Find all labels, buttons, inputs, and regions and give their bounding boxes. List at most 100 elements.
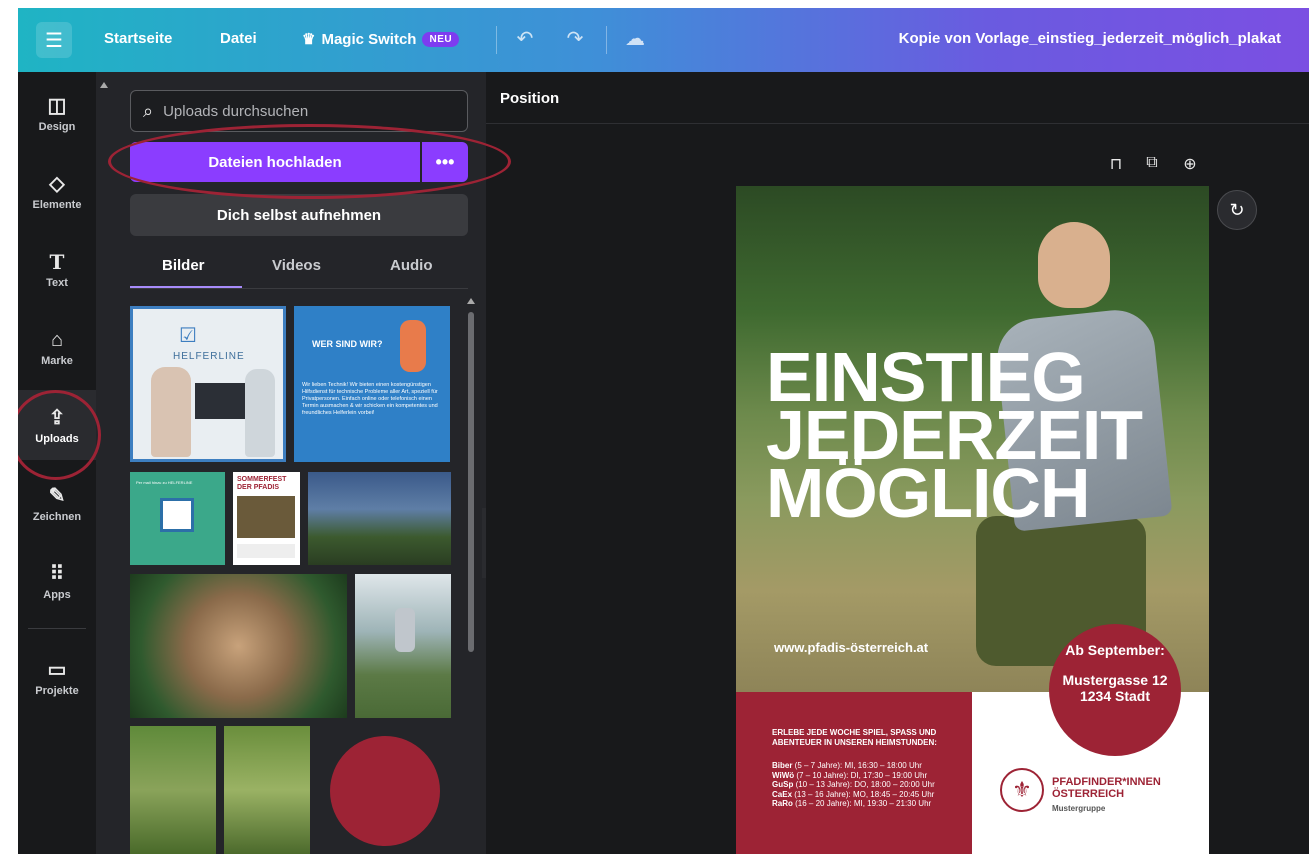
rail-item-uploads[interactable]: ⇪ Uploads: [18, 390, 96, 460]
upload-thumbnail[interactable]: [130, 726, 216, 854]
upload-thumbnail[interactable]: [355, 574, 451, 718]
text-icon: T: [49, 249, 65, 274]
divider: [606, 26, 607, 54]
side-rail: ◫ Design ◇ Elemente T Text ⌂ Marke ⇪ Upl…: [18, 72, 96, 854]
scout-lily-icon: ⚜: [1000, 768, 1044, 812]
file-menu[interactable]: Datei: [220, 30, 257, 47]
rail-item-apps[interactable]: ⠿ Apps: [18, 546, 96, 616]
cloud-upload-icon: ⇪: [48, 406, 66, 429]
more-options-button[interactable]: •••: [422, 142, 468, 182]
poster-schedule[interactable]: Biber (5 – 7 Jahre): MI, 16:30 – 18:00 U…: [772, 761, 962, 809]
rail-label: Zeichnen: [32, 510, 82, 523]
hamburger-icon[interactable]: ☰: [36, 22, 72, 58]
illustration-figure: [400, 320, 426, 372]
thumb-footer: [237, 544, 295, 558]
redo-icon[interactable]: ↷: [562, 26, 588, 52]
uploads-panel: ⌕ Uploads durchsuchen Dateien hochladen …: [96, 72, 486, 854]
top-bar: ☰ Startseite Datei ♛ Magic Switch NEU ↶ …: [18, 8, 1309, 72]
tab-videos[interactable]: Videos: [272, 257, 321, 274]
magic-switch-button[interactable]: ♛ Magic Switch NEU: [302, 30, 460, 48]
date-circle[interactable]: Ab September: Mustergasse 12 1234 Stadt: [1049, 624, 1181, 756]
undo-icon[interactable]: ↶: [512, 26, 538, 52]
magic-refresh-icon[interactable]: ↻: [1217, 190, 1257, 230]
upload-thumbnail[interactable]: Per mail hinzu zu HELFERLINE: [130, 472, 225, 565]
upload-thumbnail[interactable]: ☑ HELFERLINE: [130, 306, 286, 462]
upload-thumbnail[interactable]: SOMMERFEST DER PFADIS: [233, 472, 300, 565]
search-icon: ⌕: [143, 100, 154, 121]
add-page-icon[interactable]: ⊕: [1180, 154, 1200, 174]
position-button[interactable]: Position: [500, 90, 559, 107]
thumb-title: HELFERLINE: [173, 351, 245, 362]
tabs-divider: [130, 288, 468, 289]
duplicate-icon[interactable]: ⧉: [1142, 154, 1162, 172]
upload-files-button[interactable]: Dateien hochladen: [130, 142, 420, 182]
schedule-row: WiWö (7 – 10 Jahre): DI, 17:30 – 19:00 U…: [772, 770, 928, 780]
scroll-up-arrow[interactable]: [100, 82, 108, 88]
schedule-row: GuSp (10 – 13 Jahre): DO, 18:00 – 20:00 …: [772, 780, 935, 789]
layout-icon: ◫: [47, 94, 67, 117]
tab-audio[interactable]: Audio: [390, 257, 433, 274]
poster-headline[interactable]: EINSTIEG JEDERZEIT MÖGLICH: [766, 342, 1143, 532]
lock-icon[interactable]: ⊓: [1106, 154, 1126, 174]
divider: [496, 26, 497, 54]
poster-website[interactable]: www.pfadis-österreich.at: [774, 640, 928, 655]
upload-thumbnail[interactable]: [130, 574, 347, 718]
schedule-row: RaRo (16 – 20 Jahre): MI, 19:30 – 21:30 …: [772, 799, 932, 808]
draw-icon: ✎: [48, 484, 66, 507]
folder-icon: ▭: [47, 658, 67, 681]
brand-icon: ⌂: [50, 328, 64, 351]
poster-tagline[interactable]: ERLEBE JEDE WOCHE SPIEL, SPASS UND ABENT…: [772, 728, 962, 748]
rail-item-projects[interactable]: ▭ Projekte: [18, 642, 96, 712]
crown-icon: ♛: [302, 31, 316, 48]
document-title[interactable]: Kopie von Vorlage_einstieg_jederzeit_mög…: [899, 30, 1281, 47]
rail-label: Design: [38, 120, 76, 133]
monitor-shape: [195, 383, 245, 419]
person-figure: [245, 369, 275, 457]
scrollbar[interactable]: [468, 312, 474, 652]
scroll-up-arrow[interactable]: [467, 298, 475, 304]
active-tab-indicator: [130, 286, 242, 288]
upload-thumbnail[interactable]: [224, 726, 310, 854]
rail-item-elements[interactable]: ◇ Elemente: [18, 156, 96, 226]
checkmark-logo-icon: ☑: [179, 325, 197, 347]
org-group[interactable]: Mustergruppe: [1052, 804, 1105, 813]
poster-design[interactable]: EINSTIEG JEDERZEIT MÖGLICH www.pfadis-ös…: [736, 186, 1209, 854]
circle-date: Ab September:: [1065, 642, 1165, 658]
headline-line: MÖGLICH: [766, 454, 1091, 532]
rail-label: Apps: [43, 588, 71, 601]
cloud-check-icon[interactable]: ☁: [622, 26, 648, 52]
org-name[interactable]: PFADFINDER*INNEN ÖSTERREICH: [1052, 776, 1182, 800]
tab-images[interactable]: Bilder: [162, 257, 205, 274]
schedule-row: CaEx (13 – 16 Jahre): MO, 18:45 – 20:45 …: [772, 789, 935, 799]
upload-thumbnail[interactable]: [308, 472, 451, 565]
search-placeholder: Uploads durchsuchen: [163, 102, 309, 120]
canvas-area: Position ⊓ ⧉ ⊕ ↻ EINSTIEG JEDERZEIT MÖGL…: [486, 72, 1309, 854]
record-yourself-button[interactable]: Dich selbst aufnehmen: [130, 194, 468, 236]
person-figure: [395, 608, 415, 652]
search-input[interactable]: ⌕ Uploads durchsuchen: [130, 90, 468, 132]
rail-label: Marke: [41, 354, 73, 367]
thumb-text: Wir lieben Technik! Wir bieten einen kos…: [302, 382, 438, 416]
shapes-icon: ◇: [49, 172, 65, 195]
rail-item-design[interactable]: ◫ Design: [18, 78, 96, 148]
upload-thumbnail[interactable]: WER SIND WIR? Wir lieben Technik! Wir bi…: [294, 306, 450, 462]
thumb-photo: [237, 496, 295, 538]
rail-label: Text: [46, 276, 68, 289]
schedule-row: Biber (5 – 7 Jahre): MI, 16:30 – 18:00 U…: [772, 761, 922, 770]
thumb-title: SOMMERFEST DER PFADIS: [237, 476, 287, 491]
photo-subject: [1038, 222, 1110, 308]
rail-item-brand[interactable]: ⌂ Marke: [18, 312, 96, 382]
thumb-banner: WER SIND WIR?: [312, 339, 383, 349]
context-toolbar: Position: [486, 72, 1309, 124]
new-badge: NEU: [422, 31, 460, 47]
thumb-text: Per mail hinzu zu HELFERLINE: [136, 480, 193, 485]
rail-label: Elemente: [32, 198, 82, 211]
apps-grid-icon: ⠿: [49, 562, 65, 585]
canva-editor: ☰ Startseite Datei ♛ Magic Switch NEU ↶ …: [18, 8, 1309, 854]
person-figure: [151, 367, 191, 457]
rail-label: Projekte: [35, 684, 79, 697]
rail-item-draw[interactable]: ✎ Zeichnen: [18, 468, 96, 538]
home-link[interactable]: Startseite: [104, 30, 172, 47]
rail-item-text[interactable]: T Text: [18, 234, 96, 304]
upload-thumbnail[interactable]: [330, 736, 440, 846]
